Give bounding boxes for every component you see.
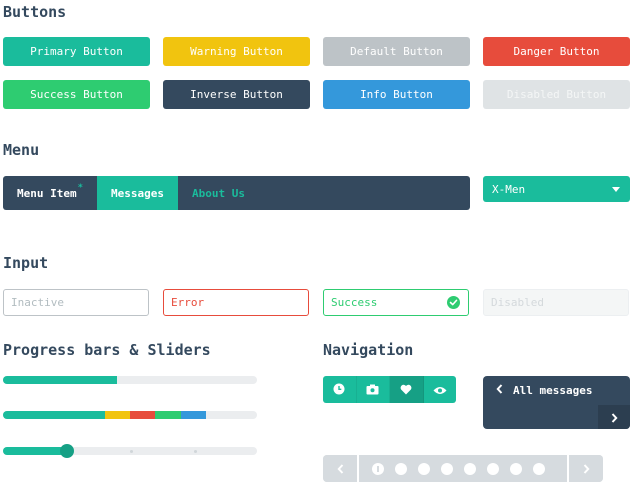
pagination-dot[interactable] xyxy=(510,462,522,475)
xmen-select[interactable]: X-Men xyxy=(483,176,630,202)
danger-button[interactable]: Danger Button xyxy=(483,37,630,66)
default-button[interactable]: Default Button xyxy=(323,37,470,66)
progress-segment xyxy=(3,411,105,419)
chevron-left-icon xyxy=(336,459,344,478)
success-button[interactable]: Success Button xyxy=(3,80,150,109)
icon-button-group xyxy=(323,376,456,403)
chevron-right-icon xyxy=(611,408,618,427)
all-messages-link[interactable]: All messages xyxy=(496,381,592,399)
slider-handle[interactable] xyxy=(59,444,74,458)
error-input-value: Error xyxy=(171,296,205,309)
chevron-right-icon xyxy=(583,459,590,478)
pagination-prev-button[interactable] xyxy=(323,455,359,482)
pagination-dot[interactable] xyxy=(533,462,545,475)
slider-fill xyxy=(3,447,67,455)
pagination-dot[interactable] xyxy=(464,462,476,475)
slider[interactable] xyxy=(3,444,257,458)
pagination-dot[interactable] xyxy=(487,462,499,475)
buttons-heading: Buttons xyxy=(3,3,67,21)
eye-icon xyxy=(433,380,447,399)
menu-item-label: About Us xyxy=(192,186,245,200)
progress-segment xyxy=(130,411,156,419)
menu-item-about-us[interactable]: About Us xyxy=(178,176,259,210)
pagination-next-button[interactable] xyxy=(567,455,603,482)
inactive-input-placeholder: Inactive xyxy=(11,296,64,309)
input-heading: Input xyxy=(3,254,49,272)
heart-icon xyxy=(400,380,412,399)
caret-down-icon xyxy=(612,187,620,192)
pagination-dot[interactable] xyxy=(372,462,384,475)
menu-item-messages[interactable]: Messages xyxy=(97,176,179,210)
pagination xyxy=(323,455,603,482)
inverse-button[interactable]: Inverse Button xyxy=(163,80,310,109)
slider-mark xyxy=(130,450,133,453)
clock-button[interactable] xyxy=(323,376,357,403)
slider-mark xyxy=(193,450,197,453)
menu-item-label: Menu Item xyxy=(17,186,77,200)
next-message-button[interactable] xyxy=(598,405,630,429)
messages-pager: All messages xyxy=(483,376,630,429)
progress-heading: Progress bars & Sliders xyxy=(3,341,211,359)
disabled-input: Disabled xyxy=(483,289,629,316)
inactive-input[interactable]: Inactive xyxy=(3,289,149,316)
all-messages-label: All messages xyxy=(513,383,593,397)
success-input[interactable]: Success xyxy=(323,289,469,316)
camera-icon xyxy=(366,380,379,399)
camera-button[interactable] xyxy=(357,376,390,403)
pagination-dots xyxy=(359,462,545,475)
disabled-button: Disabled Button xyxy=(483,80,630,109)
progress-segment xyxy=(155,411,181,419)
disabled-input-placeholder: Disabled xyxy=(491,296,544,309)
primary-button[interactable]: Primary Button xyxy=(3,37,150,66)
menu-item[interactable]: Menu Item * xyxy=(3,176,97,210)
progress-segment xyxy=(180,411,207,419)
info-button[interactable]: Info Button xyxy=(323,80,470,109)
warning-button[interactable]: Warning Button xyxy=(163,37,310,66)
error-input[interactable]: Error xyxy=(163,289,309,316)
chevron-left-icon xyxy=(496,383,503,397)
navigation-heading: Navigation xyxy=(323,341,414,359)
pagination-dot[interactable] xyxy=(418,462,430,475)
progress-bar-fill xyxy=(3,376,118,384)
menu-item-badge: * xyxy=(77,183,84,193)
menu-item-label: Messages xyxy=(111,186,165,200)
stacked-progress-bar xyxy=(3,411,257,419)
progress-bar xyxy=(3,376,257,384)
check-circle-icon xyxy=(447,296,460,309)
progress-segment xyxy=(104,411,130,419)
clock-icon xyxy=(333,380,345,399)
menu-heading: Menu xyxy=(3,141,40,159)
pagination-dot[interactable] xyxy=(395,462,407,475)
eye-button[interactable] xyxy=(424,376,457,403)
success-input-value: Success xyxy=(331,296,378,309)
heart-button[interactable] xyxy=(390,376,424,403)
select-value: X-Men xyxy=(492,182,526,196)
pagination-dot[interactable] xyxy=(441,462,453,475)
menu-bar: Menu Item * Messages About Us xyxy=(3,176,470,210)
